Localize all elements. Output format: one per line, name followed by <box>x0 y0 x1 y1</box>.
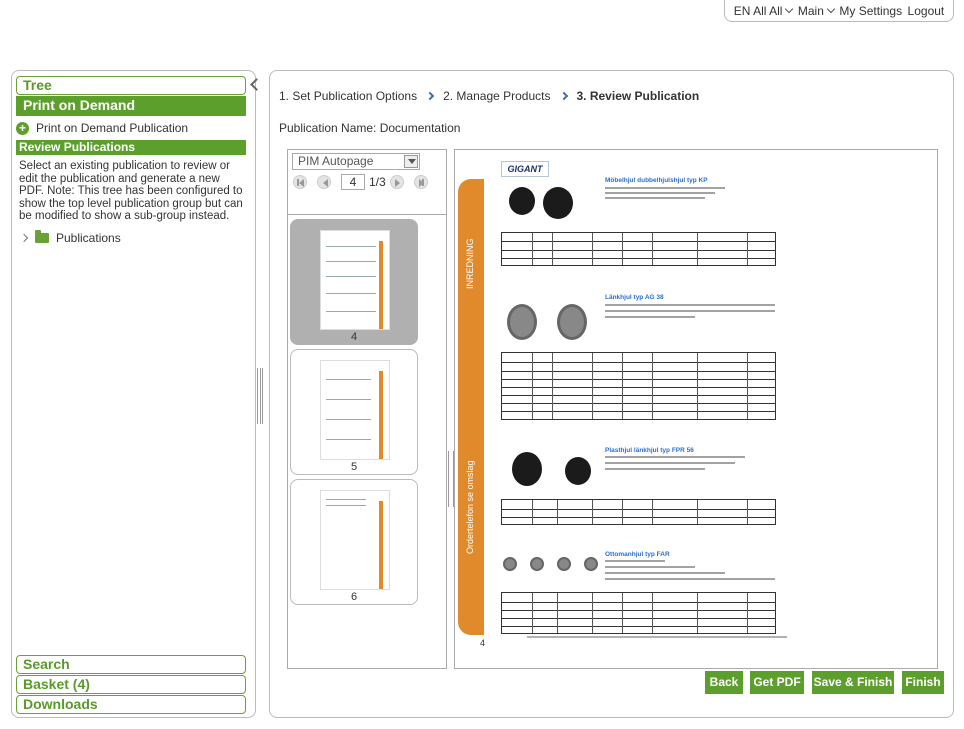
save-finish-button[interactable]: Save & Finish <box>812 671 894 694</box>
left-panel: Tree Print on Demand + Print on Demand P… <box>11 70 256 718</box>
side-tab-bottom-text: Ordertelefon se omslag <box>465 460 475 554</box>
side-tab: INREDNING Ordertelefon se omslag <box>458 179 484 635</box>
page-number: 4 <box>480 638 486 648</box>
print-on-demand-publication-item[interactable]: + Print on Demand Publication <box>16 121 188 135</box>
step-2[interactable]: 2. Manage Products <box>443 89 550 103</box>
product-image <box>509 187 535 215</box>
product-image <box>507 304 537 340</box>
search-accordion[interactable]: Search <box>16 655 246 674</box>
language-label: EN All All <box>733 3 783 18</box>
thumbnail-pane: PIM Autopage 4 1/3 4 5 6 <box>287 149 447 669</box>
thumbnail-page-5[interactable]: 5 <box>290 349 418 475</box>
product-table <box>501 499 776 525</box>
product-image <box>557 304 587 340</box>
chevron-right-icon <box>425 91 435 101</box>
product-image <box>512 452 542 486</box>
page-thumbnail-image <box>320 490 390 590</box>
step-3: 3. Review Publication <box>576 89 700 103</box>
product-image <box>543 187 573 219</box>
product-image <box>557 557 571 571</box>
product-image <box>584 557 598 571</box>
pod-item-label: Print on Demand Publication <box>36 121 189 135</box>
chevron-right-icon <box>559 91 568 101</box>
first-page-icon[interactable] <box>293 175 307 189</box>
add-icon: + <box>16 121 29 135</box>
layout-select-value: PIM Autopage <box>298 154 374 168</box>
prev-page-icon[interactable] <box>317 175 331 189</box>
product-image <box>565 457 591 485</box>
top-bar: EN All All Main My Settings Logout <box>724 0 954 22</box>
folder-icon <box>35 230 49 243</box>
tree-node-label: Publications <box>56 231 121 245</box>
description-text: Select an existing publication to review… <box>19 160 243 222</box>
pager: 4 1/3 <box>293 174 428 190</box>
footnote <box>527 636 787 638</box>
print-on-demand-accordion[interactable]: Print on Demand <box>16 96 246 116</box>
product-table <box>501 592 776 634</box>
page-thumbnail-image <box>320 230 390 330</box>
tree-node-publications[interactable]: Publications <box>19 230 121 245</box>
get-pdf-button[interactable]: Get PDF <box>750 671 804 694</box>
product-image <box>503 557 517 571</box>
side-tab-top-text: INREDNING <box>465 238 475 289</box>
page-preview: INREDNING Ordertelefon se omslag GIGANT … <box>454 149 938 669</box>
product-title: Länkhjul typ AG 38 <box>605 294 664 301</box>
logout-link[interactable]: Logout <box>908 4 945 18</box>
next-page-icon[interactable] <box>389 175 404 189</box>
panel-splitter[interactable] <box>257 368 263 424</box>
product-title: Möbelhjul dubbelhjulshjul typ KP <box>605 177 708 184</box>
layout-select[interactable]: PIM Autopage <box>292 153 420 170</box>
chevron-down-icon <box>826 4 836 13</box>
main-panel: 1. Set Publication Options 2. Manage Pro… <box>269 70 954 718</box>
page-total: 1/3 <box>369 175 386 189</box>
thumbnail-page-4[interactable]: 4 <box>290 219 418 345</box>
collapse-panel-icon[interactable] <box>248 77 262 93</box>
step-1[interactable]: 1. Set Publication Options <box>279 89 417 103</box>
product-table <box>501 352 776 420</box>
thumbnail-toolbar: PIM Autopage 4 1/3 <box>288 150 446 215</box>
section-title: Review Publications <box>16 140 246 155</box>
tree-accordion[interactable]: Tree <box>16 76 246 95</box>
product-image <box>530 557 544 571</box>
app-root: EN All All Main My Settings Logout Tree … <box>0 0 964 729</box>
my-settings-link[interactable]: My Settings <box>839 4 902 18</box>
product-title: Plasthjul länkhjul typ FPR 56 <box>605 447 694 454</box>
main-menu-label: Main <box>797 3 824 18</box>
chevron-right-icon[interactable] <box>19 233 29 243</box>
language-menu[interactable]: EN All All <box>733 3 794 18</box>
page-input[interactable]: 4 <box>341 174 365 190</box>
downloads-accordion[interactable]: Downloads <box>16 695 246 714</box>
back-button[interactable]: Back <box>705 671 743 694</box>
thumbnail-number: 5 <box>350 461 358 473</box>
thumbnail-page-6[interactable]: 6 <box>290 479 418 605</box>
chevron-down-icon <box>785 4 794 13</box>
thumbnail-number: 6 <box>350 591 358 603</box>
product-table <box>501 232 776 266</box>
page-thumbnail-image <box>320 360 390 460</box>
publication-name: Publication Name: Documentation <box>279 121 461 135</box>
basket-accordion[interactable]: Basket (4) <box>16 675 246 694</box>
finish-button[interactable]: Finish <box>902 671 944 694</box>
main-menu[interactable]: Main <box>797 3 836 18</box>
preview-page: INREDNING Ordertelefon se omslag GIGANT … <box>457 152 935 666</box>
product-title: Ottomanhjul typ FAR <box>605 551 670 558</box>
dropdown-arrow-icon[interactable] <box>404 155 418 168</box>
last-page-icon[interactable] <box>413 175 428 189</box>
thumbnail-number: 4 <box>350 331 358 343</box>
breadcrumb: 1. Set Publication Options 2. Manage Pro… <box>279 89 699 103</box>
brand-logo: GIGANT <box>501 161 549 177</box>
